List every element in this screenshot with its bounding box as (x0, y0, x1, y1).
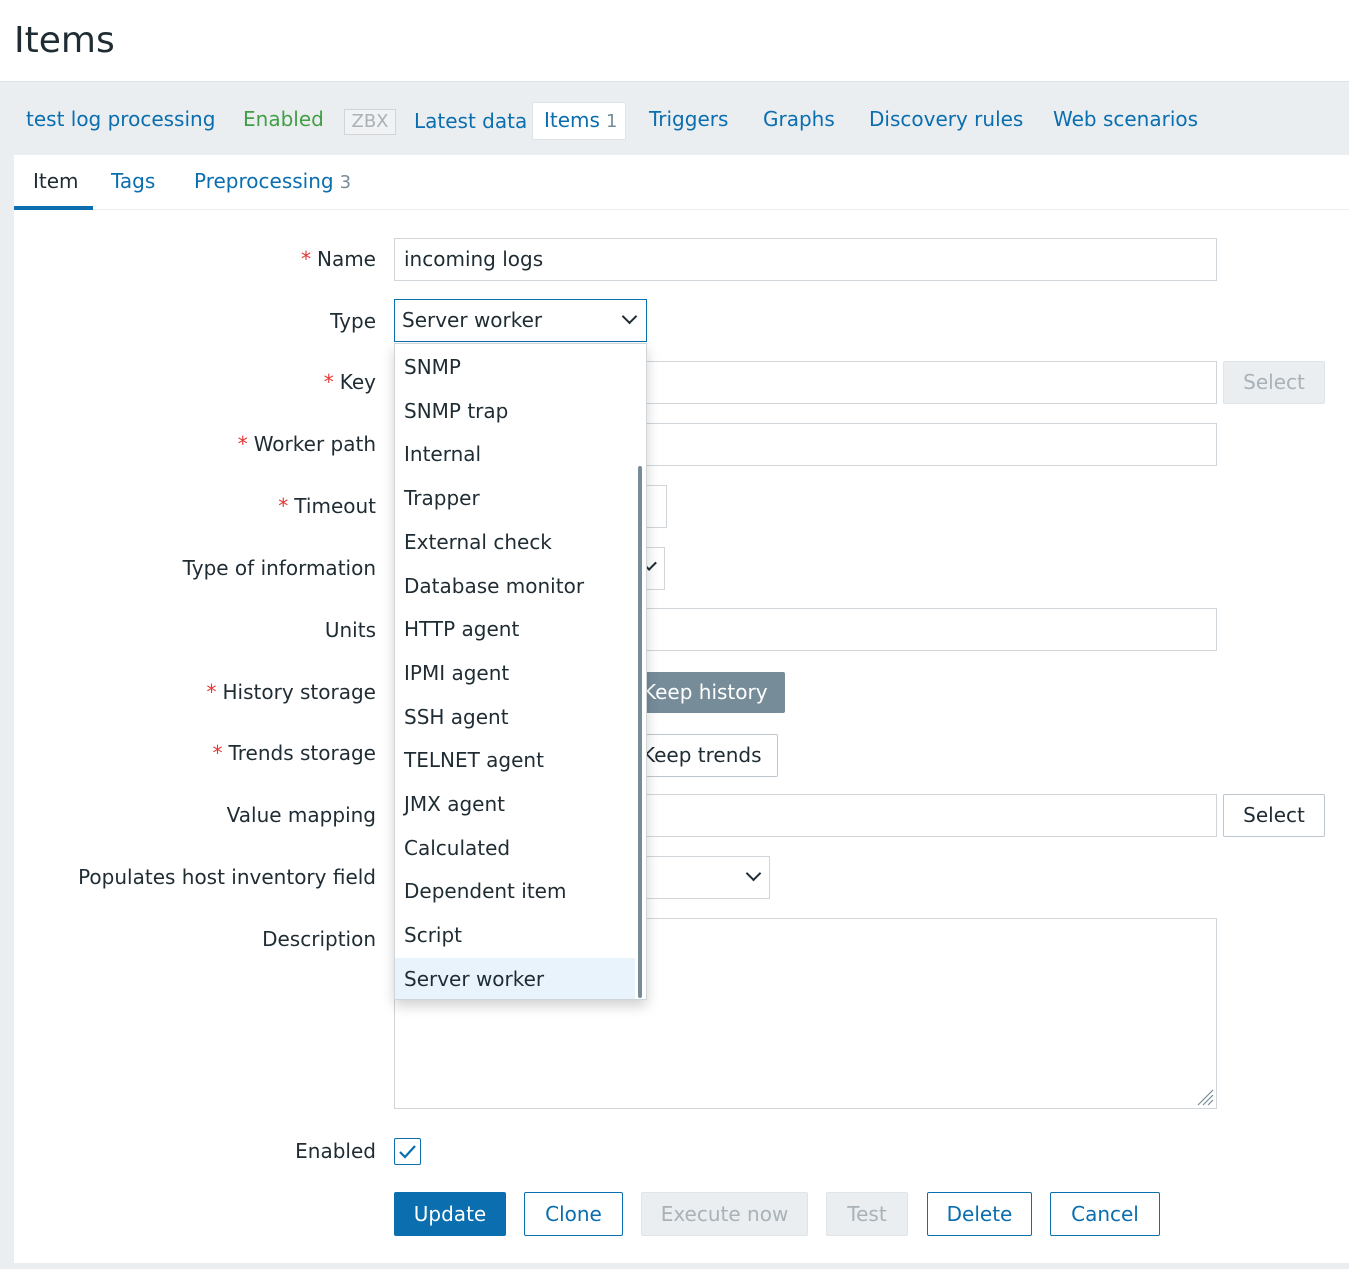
type-option[interactable]: TELNET agent (395, 739, 635, 782)
timeout-input[interactable] (646, 485, 667, 528)
type-of-information-select[interactable] (644, 547, 665, 590)
items-nav-tab[interactable]: Items 1 (532, 102, 626, 140)
type-select-value: Server worker (402, 308, 543, 332)
test-button[interactable]: Test (826, 1192, 908, 1236)
type-option[interactable]: SNMP trap (395, 390, 635, 433)
type-option[interactable]: Trapper (395, 477, 635, 520)
discovery-rules-link[interactable]: Discovery rules (869, 107, 1023, 131)
chevron-down-icon (621, 308, 638, 325)
enabled-checkbox[interactable] (394, 1138, 421, 1165)
triggers-link[interactable]: Triggers (649, 107, 728, 131)
web-scenarios-link[interactable]: Web scenarios (1053, 107, 1198, 131)
item-form-container: Item Tags Preprocessing 3 * Name incoming … (14, 155, 1349, 1263)
worker-path-input[interactable] (646, 423, 1217, 466)
value-mapping-input[interactable] (646, 794, 1217, 837)
value-mapping-select-button[interactable]: Select (1223, 794, 1325, 837)
type-option[interactable]: SSH agent (395, 696, 635, 739)
keep-trends-label: Keep trends (646, 743, 762, 767)
type-select[interactable]: Server worker (394, 299, 647, 342)
tab-preprocessing[interactable]: Preprocessing 3 (194, 169, 351, 193)
host-name-link[interactable]: test log processing (26, 107, 215, 131)
required-marker: * (300, 247, 311, 271)
type-option[interactable]: IPMI agent (395, 652, 635, 695)
type-dropdown-list: SNMP SNMP trap Internal Trapper External che… (394, 343, 647, 1000)
inventory-field-select[interactable] (646, 856, 770, 899)
chevron-down-icon (745, 865, 762, 882)
clone-button[interactable]: Clone (524, 1192, 623, 1236)
zbx-availability-badge: ZBX (344, 109, 396, 135)
resize-handle-icon[interactable] (1196, 1088, 1214, 1106)
page-header: Items (0, 0, 1349, 82)
items-nav-label: Items (544, 108, 600, 132)
type-option[interactable]: HTTP agent (395, 608, 635, 651)
type-option[interactable]: Database monitor (395, 565, 635, 608)
history-storage-label: * History storage (206, 680, 377, 704)
name-input-value: incoming logs (404, 247, 544, 271)
name-label: * Name (300, 247, 376, 271)
type-option[interactable]: Calculated (395, 827, 635, 870)
type-option[interactable]: Dependent item (395, 870, 635, 913)
graphs-link[interactable]: Graphs (763, 107, 835, 131)
key-select-button[interactable]: Select (1223, 361, 1325, 404)
delete-button[interactable]: Delete (927, 1192, 1032, 1236)
description-label: Description (262, 927, 376, 951)
type-label: Type (330, 309, 376, 333)
type-of-information-label: Type of information (182, 556, 376, 580)
checkmark-icon (399, 1145, 416, 1159)
type-option[interactable]: Internal (395, 433, 635, 476)
inventory-field-label: Populates host inventory field (78, 865, 376, 889)
tab-tags[interactable]: Tags (111, 169, 155, 193)
worker-path-label: * Worker path (237, 432, 376, 456)
type-option[interactable]: Script (395, 914, 635, 957)
cancel-button[interactable]: Cancel (1050, 1192, 1160, 1236)
keep-history-label: Keep history (646, 680, 768, 704)
update-button[interactable]: Update (394, 1192, 506, 1236)
execute-now-button[interactable]: Execute now (641, 1192, 808, 1236)
items-count: 1 (605, 111, 618, 132)
latest-data-link[interactable]: Latest data (414, 109, 527, 133)
dropdown-scrollbar[interactable] (638, 466, 642, 998)
enabled-label: Enabled (295, 1139, 376, 1163)
keep-trends-button[interactable]: Keep trends (646, 734, 778, 777)
form-tabs: Item Tags Preprocessing 3 (14, 155, 1349, 210)
units-input[interactable] (646, 608, 1217, 651)
name-input[interactable]: incoming logs (394, 238, 1217, 281)
value-mapping-label: Value mapping (226, 803, 376, 827)
key-label: * Key (323, 370, 376, 394)
key-input[interactable] (646, 361, 1217, 404)
units-label: Units (324, 618, 376, 642)
type-option[interactable]: External check (395, 521, 635, 564)
type-option[interactable]: Server worker (395, 957, 635, 999)
keep-history-button[interactable]: Keep history (646, 672, 785, 713)
timeout-label: * Timeout (278, 494, 376, 518)
host-status-link[interactable]: Enabled (243, 107, 324, 131)
host-navigation: test log processing Enabled ZBX Latest d… (0, 83, 1349, 155)
type-option[interactable]: SNMP (395, 346, 635, 389)
active-tab-indicator (14, 206, 93, 210)
preprocessing-count: 3 (339, 172, 352, 193)
page-title: Items (14, 20, 115, 61)
tab-preprocessing-label: Preprocessing (194, 169, 334, 193)
tab-item[interactable]: Item (33, 169, 79, 193)
type-option[interactable]: JMX agent (395, 783, 635, 826)
trends-storage-label: * Trends storage (212, 741, 377, 765)
